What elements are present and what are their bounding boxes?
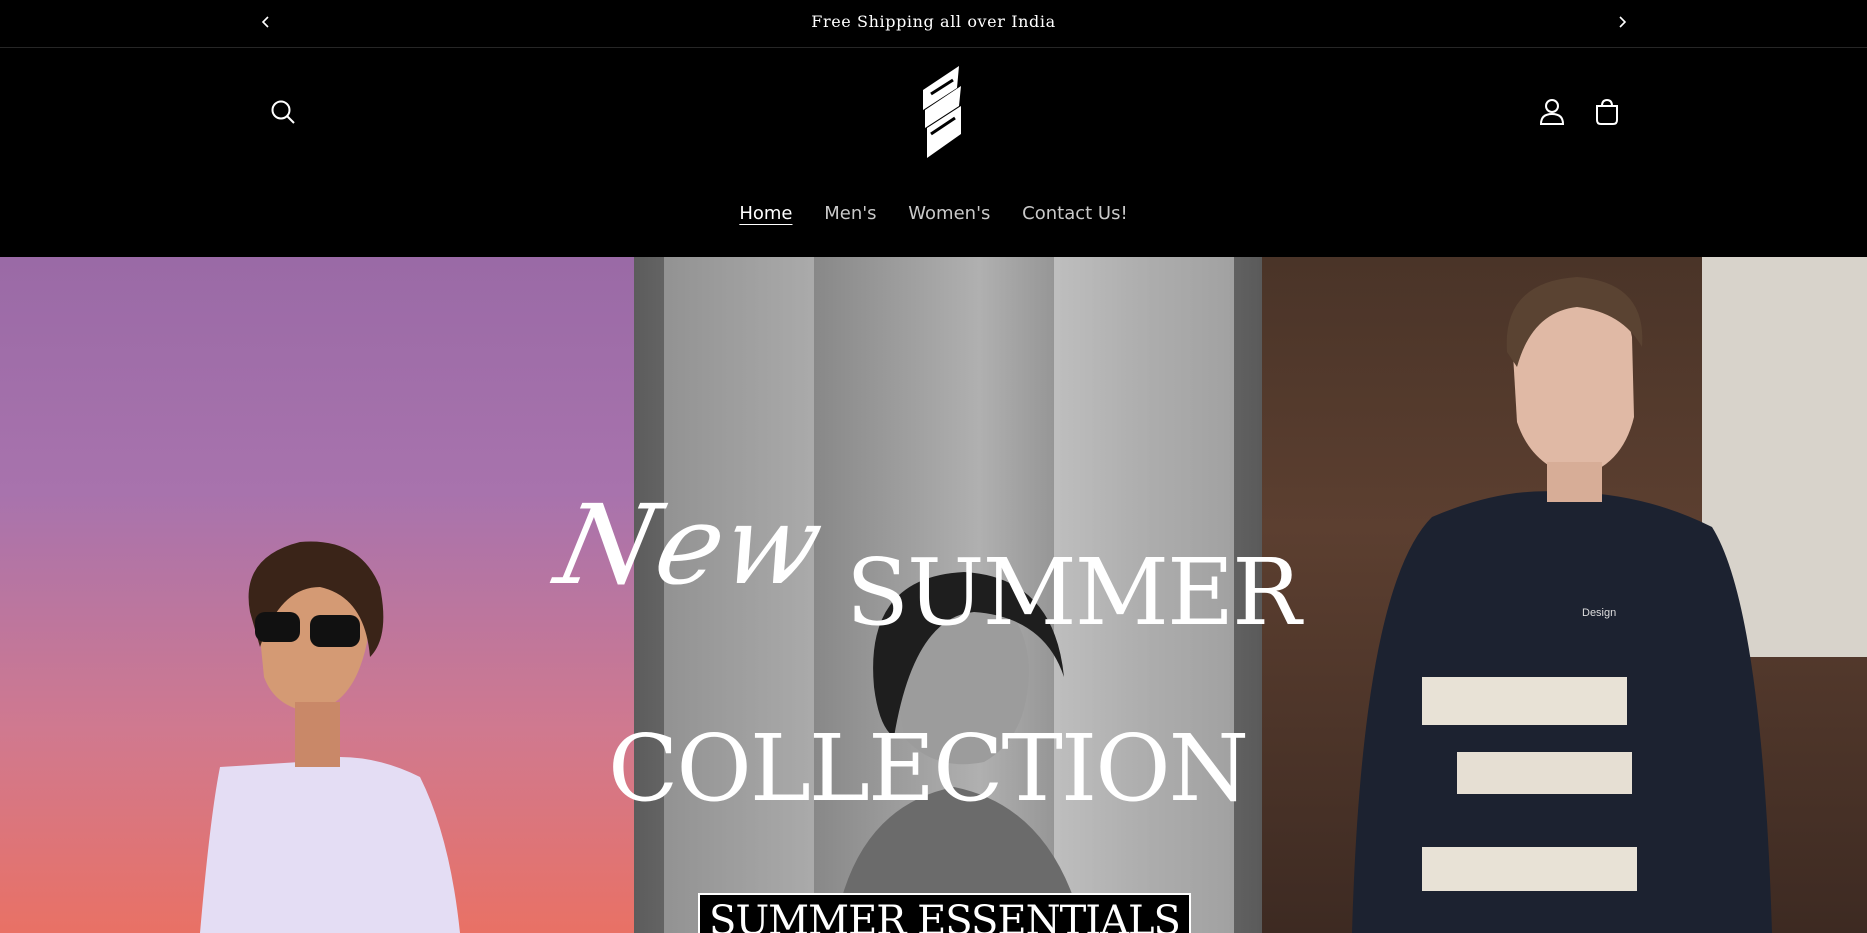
model-figure-right — [1352, 277, 1772, 933]
nav-item-contact[interactable]: Contact Us! — [1022, 203, 1128, 224]
hero-title-line2: COLLECTION — [608, 715, 1249, 822]
chevron-right-icon[interactable] — [1612, 12, 1632, 32]
brand-logo[interactable] — [909, 64, 975, 160]
nav-item-home[interactable]: Home — [739, 203, 792, 224]
shirt-print-text: Design — [1582, 607, 1617, 619]
search-icon[interactable] — [266, 95, 300, 129]
hero-script-word: New — [546, 481, 836, 609]
model-figure-left — [200, 541, 460, 933]
announcement-bar: Free Shipping all over India — [0, 0, 1867, 48]
site-header: Home Men's Women's Contact Us! — [0, 48, 1867, 257]
hero-image-left — [0, 257, 634, 933]
hero-banner[interactable]: Design New SUMMER COLLECTION SUMMER ESSE… — [0, 257, 1867, 933]
nav-item-mens[interactable]: Men's — [824, 203, 876, 224]
cart-icon[interactable] — [1590, 95, 1624, 129]
main-navigation: Home Men's Women's Contact Us! — [0, 203, 1867, 224]
nav-item-womens[interactable]: Women's — [908, 203, 990, 224]
summer-essentials-badge[interactable]: SUMMER ESSENTIALS — [698, 893, 1191, 933]
badge-label: SUMMER ESSENTIALS — [709, 898, 1181, 933]
user-icon[interactable] — [1535, 95, 1569, 129]
announcement-text: Free Shipping all over India — [811, 12, 1056, 31]
hero-image-right: Design — [1262, 257, 1867, 933]
hero-title-line1: SUMMER — [846, 539, 1301, 646]
